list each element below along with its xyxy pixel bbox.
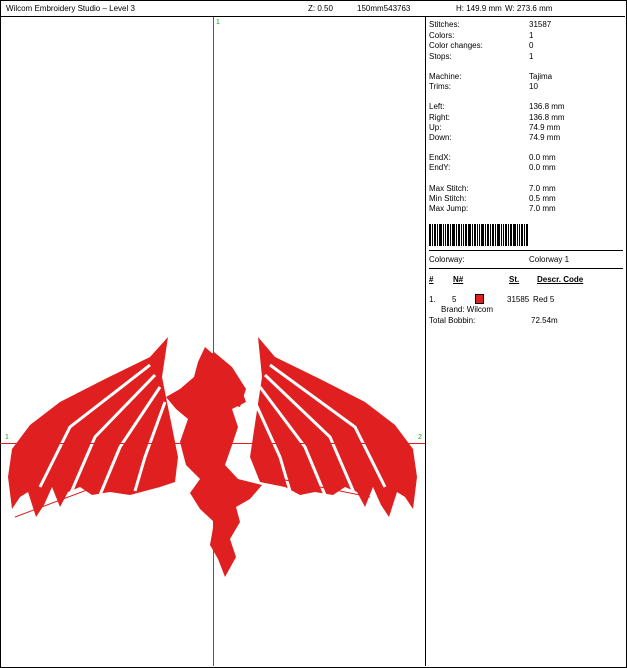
min-stitch-value: 0.5 mm [529,194,556,203]
colors-label: Colors: [429,31,455,40]
max-jump-value: 7.0 mm [529,204,556,213]
design-info-panel: Stitches: 31587 Colors: 1 Color changes:… [429,17,623,666]
color-changes-label: Color changes: [429,41,483,50]
min-stitch-row: Min Stitch: 0.5 mm [429,194,623,204]
up-extent-value: 74.9 mm [529,123,561,132]
column-header-descr: Descr. Code [537,275,584,284]
endy-value: 0.0 mm [529,163,556,172]
design-width: W: 273.6 mm [505,4,553,13]
machine-value: Tajima [529,72,553,81]
total-bobbin-label: Total Bobbin: [429,316,476,325]
down-extent-value: 74.9 mm [529,133,561,142]
barcode [429,224,559,246]
right-extent-label: Right: [429,113,450,122]
stitches-label: Stitches: [429,20,460,29]
up-extent-label: Up: [429,123,442,132]
color-row-brand: Brand: Wilcom [441,305,494,314]
divider-top [429,250,623,251]
column-header-stitches: St. [509,275,520,284]
stitches-value: 31587 [529,20,552,29]
max-jump-row: Max Jump: 7.0 mm [429,204,623,214]
machine-label: Machine: [429,72,462,81]
trims-label: Trims: [429,82,451,91]
endx-row: EndX: 0.0 mm [429,153,623,163]
right-extent-row: Right: 136.8 mm [429,113,623,123]
color-row-stitches: 31585 [507,295,530,304]
design-code: 150mm543763 [357,4,411,13]
max-stitch-label: Max Stitch: [429,184,469,193]
color-row-index: 1. [429,295,436,304]
column-header-needle: N# [453,275,464,284]
down-extent-row: Down: 74.9 mm [429,133,623,143]
left-extent-row: Left: 136.8 mm [429,102,623,112]
color-row-descr: Red 5 [533,295,555,304]
endy-row: EndY: 0.0 mm [429,163,623,173]
divider-bottom [429,268,623,269]
left-wing [8,337,178,517]
colors-row: Colors: 1 [429,31,623,41]
color-changes-row: Color changes: 0 [429,41,623,51]
axis-marker-top: 1 [216,19,220,26]
trims-row: Trims: 10 [429,82,623,92]
left-extent-value: 136.8 mm [529,102,565,111]
vertical-axis [213,17,214,666]
color-changes-value: 0 [529,41,534,50]
stops-value: 1 [529,52,534,61]
zoom-level: Z: 0.50 [308,4,333,13]
column-header-index: # [429,275,434,284]
machine-row: Machine: Tajima [429,72,623,82]
max-stitch-row: Max Stitch: 7.0 mm [429,184,623,194]
right-extent-value: 136.8 mm [529,113,565,122]
design-height: H: 149.9 mm [456,4,502,13]
axis-marker-left: 1 [5,434,9,441]
color-row-needle: 5 [452,295,457,304]
trims-value: 10 [529,82,538,91]
app-title: Wilcom Embroidery Studio – Level 3 [6,4,135,13]
endy-label: EndY: [429,163,451,172]
down-extent-label: Down: [429,133,452,142]
max-stitch-value: 7.0 mm [529,184,556,193]
stops-label: Stops: [429,52,452,61]
colorway-row: Colorway: Colorway 1 [429,255,623,265]
min-stitch-label: Min Stitch: [429,194,467,203]
max-jump-label: Max Jump: [429,204,469,213]
total-bobbin-value: 72.54m [531,316,558,325]
title-bar: Wilcom Embroidery Studio – Level 3 Z: 0.… [0,0,625,17]
axis-marker-right: 2 [418,434,422,441]
endx-label: EndX: [429,153,451,162]
colorway-value: Colorway 1 [529,255,570,264]
horizontal-axis [0,443,425,444]
color-swatch [475,294,484,304]
colorway-label: Colorway: [429,255,465,264]
endx-value: 0.0 mm [529,153,556,162]
stitches-row: Stitches: 31587 [429,20,623,30]
colors-value: 1 [529,31,534,40]
stops-row: Stops: 1 [429,52,623,62]
left-extent-label: Left: [429,102,445,111]
design-canvas[interactable]: 1 1 2 [0,17,426,666]
up-extent-row: Up: 74.9 mm [429,123,623,133]
